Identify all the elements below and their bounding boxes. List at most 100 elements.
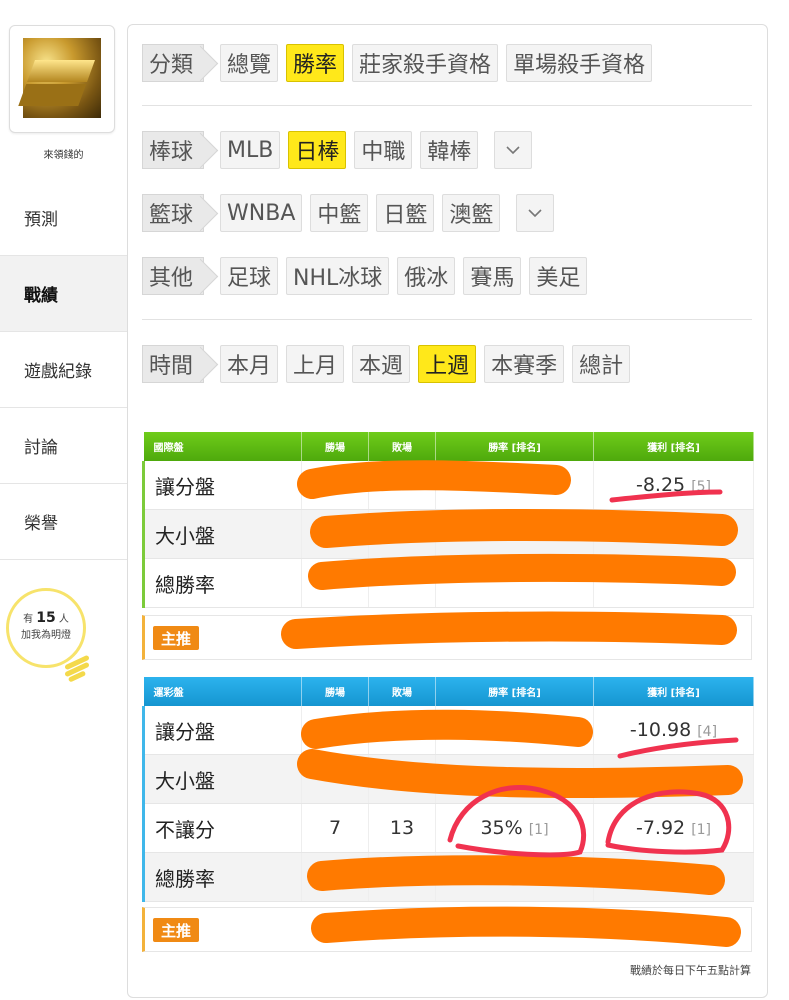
intl-odds-table: 國際盤 勝場 敗場 勝率 [排名] 獲利 [排名] 讓分盤 -8.25 [5] … [142,432,754,608]
col-header: 勝率 [排名] [435,432,594,461]
table-row: 讓分盤 -10.98 [4] [142,706,754,755]
basketball-wnba[interactable]: WNBA [220,194,303,232]
fans-suffix: 人 [58,614,69,625]
other-nhl[interactable]: NHL冰球 [286,257,390,295]
col-header: 運彩盤 [143,677,302,706]
basketball-japan[interactable]: 日籃 [376,194,435,232]
other-filter: 其他 足球 NHL冰球 俄冰 賽馬 美足 [142,256,588,296]
category-overview[interactable]: 總覽 [220,44,279,82]
table-row: 總勝率 [142,558,754,608]
main-push-badge: 主推 [153,918,199,942]
avatar[interactable] [23,38,101,118]
time-this-season[interactable]: 本賽季 [484,345,565,383]
time-this-month[interactable]: 本月 [220,345,279,383]
avatar-frame[interactable] [9,25,115,133]
lightbulb-base-icon [64,654,90,683]
profit-cell: -7.92 [1] [593,803,754,853]
nav-item-honor[interactable]: 榮譽 [0,484,127,560]
baseball-filter: 棒球 MLB 日棒 中職 韓棒 [142,130,533,170]
chevron-down-icon [528,209,542,218]
main-push-row[interactable]: 主推 [142,907,752,952]
category-label: 分類 [142,44,205,82]
nav-item-record[interactable]: 戰績 [0,256,128,332]
other-soccer[interactable]: 足球 [220,257,279,295]
baseball-npb[interactable]: 日棒 [288,131,347,169]
record-panel: 分類 總覽 勝率 莊家殺手資格 單場殺手資格 棒球 MLB 日棒 中職 韓棒 籃… [127,24,768,998]
fans-lightbulb[interactable]: 有 15 人 加我為明燈 [6,588,92,683]
profit-value: -8.25 [635,474,686,496]
time-this-week[interactable]: 本週 [352,345,411,383]
col-header: 敗場 [368,677,436,706]
main-push-row[interactable]: 主推 [142,615,752,660]
row-label: 讓分盤 [142,461,302,510]
profit-cell: -10.98 [4] [593,706,754,755]
wins-cell: 7 [301,803,369,853]
category-single-killer[interactable]: 單場殺手資格 [506,44,653,82]
other-label: 其他 [142,257,205,295]
other-american-football[interactable]: 美足 [529,257,588,295]
row-label: 不讓分 [142,803,302,853]
nav-item-prediction[interactable]: 預測 [0,180,127,256]
table-row: 不讓分 7 13 35% [1] -7.92 [1] [142,803,754,853]
lottery-odds-table: 運彩盤 勝場 敗場 勝率 [排名] 獲利 [排名] 讓分盤 -10.98 [4]… [142,677,754,902]
table-row: 大小盤 [142,509,754,559]
losses-cell: 13 [368,803,436,853]
baseball-kbo[interactable]: 韓棒 [420,131,479,169]
col-header: 勝場 [301,432,369,461]
profit-rank: [1] [691,822,712,838]
table-row: 總勝率 [142,852,754,902]
username: 來領錢的 [43,150,84,161]
time-total[interactable]: 總計 [572,345,631,383]
table-row: 讓分盤 -8.25 [5] [142,461,754,510]
nav-item-game-log[interactable]: 遊戲紀錄 [0,332,127,408]
row-label: 總勝率 [142,852,302,902]
basketball-label: 籃球 [142,194,205,232]
nav-item-discussion[interactable]: 討論 [0,408,127,484]
baseball-mlb[interactable]: MLB [220,131,281,169]
main-push-badge: 主推 [153,626,199,650]
footnote: 戰績於每日下午五點計算 [630,964,751,977]
row-label: 大小盤 [142,509,302,559]
basketball-sbl[interactable]: 中籃 [310,194,369,232]
col-header: 敗場 [368,432,436,461]
chevron-down-icon [506,146,520,155]
time-last-month[interactable]: 上月 [286,345,345,383]
baseball-label: 棒球 [142,131,205,169]
col-header: 獲利 [排名] [593,432,754,461]
divider [142,319,752,320]
divider [142,105,752,106]
profit-rank: [4] [697,724,718,740]
profit-value: -7.92 [635,817,686,839]
sidebar: 來領錢的 預測 戰績 遊戲紀錄 討論 榮譽 有 15 人 加我為明燈 [0,0,128,1000]
basketball-nbl[interactable]: 澳籃 [442,194,501,232]
col-header: 獲利 [排名] [593,677,754,706]
fans-count: 15 [36,610,56,626]
time-filter: 時間 本月 上月 本週 上週 本賽季 總計 [142,344,631,384]
row-label: 總勝率 [142,558,302,608]
baseball-cpbl[interactable]: 中職 [354,131,413,169]
col-header: 國際盤 [143,432,302,461]
win-rate-rank: [1] [528,822,549,838]
time-last-week[interactable]: 上週 [418,345,477,383]
baseball-more-dropdown[interactable] [494,131,533,169]
fans-caption: 加我為明燈 [21,630,71,641]
table-header-row: 運彩盤 勝場 敗場 勝率 [排名] 獲利 [排名] [143,677,754,706]
table-header-row: 國際盤 勝場 敗場 勝率 [排名] 獲利 [排名] [143,432,754,461]
basketball-filter: 籃球 WNBA 中籃 日籃 澳籃 [142,193,555,233]
profit-value: -10.98 [629,719,692,741]
col-header: 勝場 [301,677,369,706]
category-win-rate[interactable]: 勝率 [286,44,345,82]
other-khl[interactable]: 俄冰 [397,257,456,295]
category-filter: 分類 總覽 勝率 莊家殺手資格 單場殺手資格 [142,43,653,83]
profit-cell: -8.25 [5] [593,461,754,510]
category-bookie-killer[interactable]: 莊家殺手資格 [352,44,499,82]
other-horse-racing[interactable]: 賽馬 [463,257,522,295]
fans-prefix: 有 [23,614,34,625]
basketball-more-dropdown[interactable] [516,194,555,232]
profit-rank: [5] [691,479,712,495]
row-label: 大小盤 [142,754,302,804]
win-rate-cell: 35% [1] [435,803,594,853]
win-rate-value: 35% [480,817,523,839]
row-label: 讓分盤 [142,706,302,755]
col-header: 勝率 [排名] [435,677,594,706]
